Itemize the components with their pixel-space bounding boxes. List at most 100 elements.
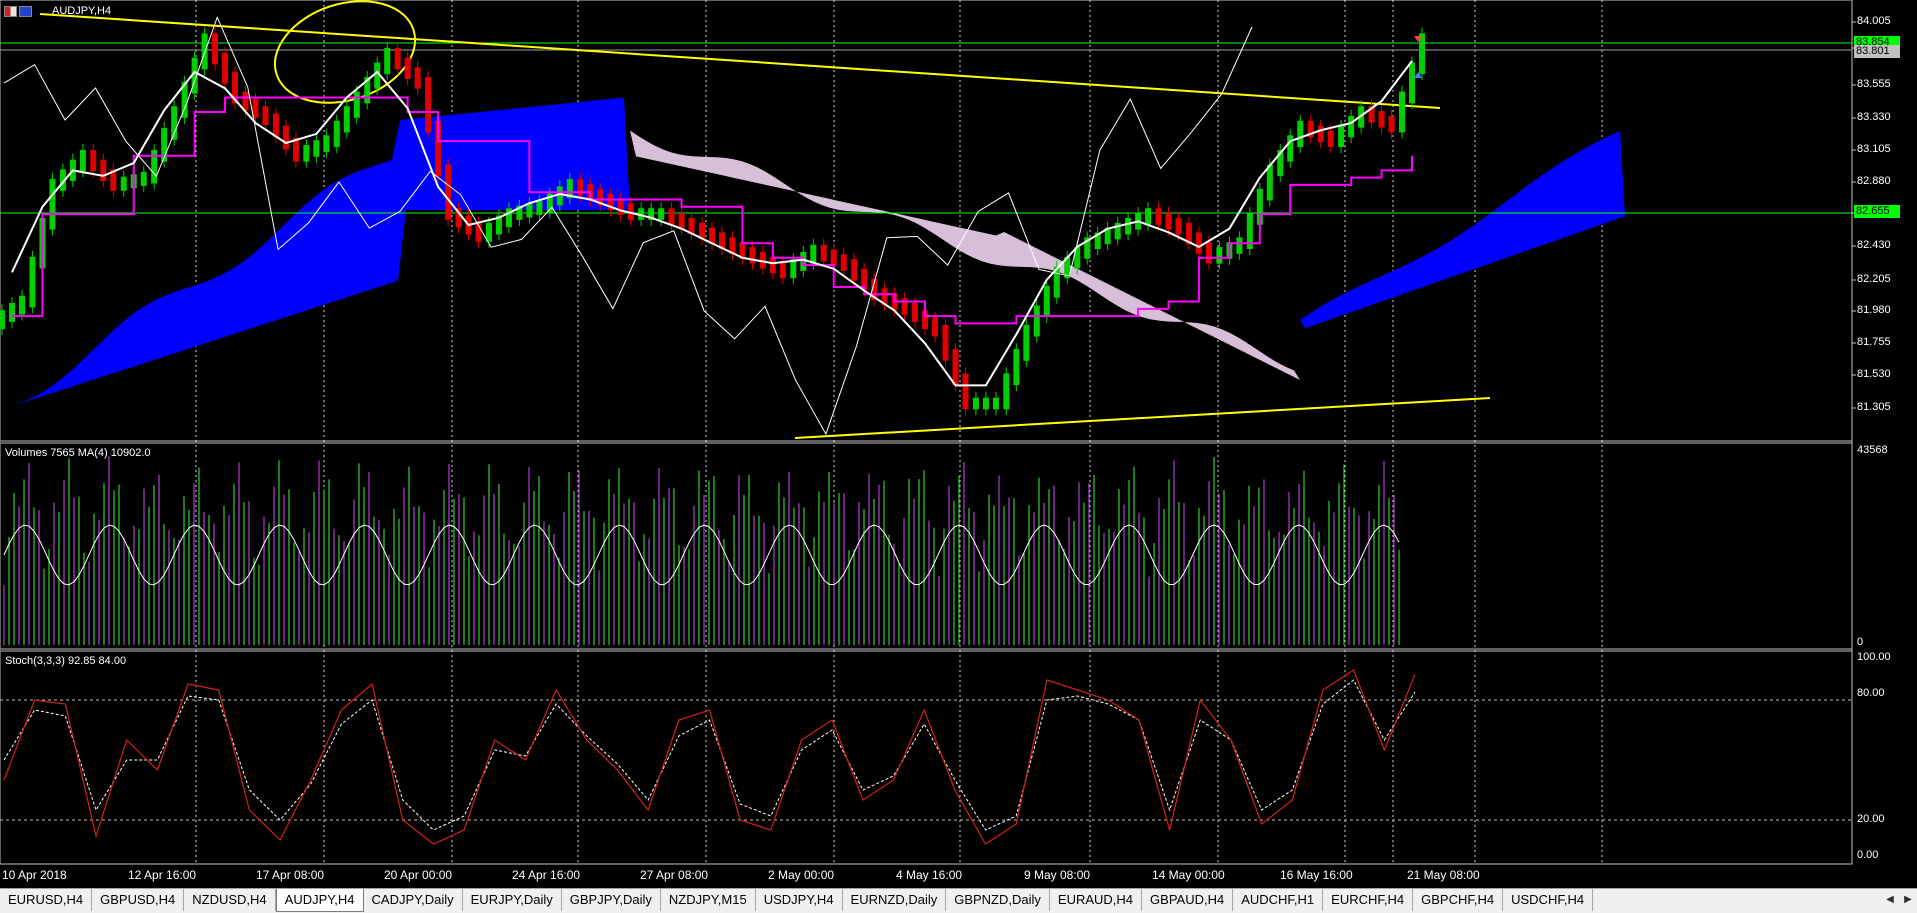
candle-body [1388, 115, 1395, 133]
candle-body [952, 349, 959, 386]
time-axis-label: 21 May 08:00 [1407, 868, 1480, 882]
candle-body [1419, 33, 1425, 75]
candle-body [1399, 91, 1405, 133]
candle-body [9, 302, 15, 322]
candle-body [212, 33, 219, 65]
trendline-support [794, 397, 1491, 439]
candle-body [932, 317, 939, 337]
candle-body [1003, 373, 1010, 410]
candle-body [384, 47, 391, 75]
candle-body [404, 57, 411, 79]
candle-body [272, 113, 279, 138]
chart-tab[interactable]: USDCHF,H4 [1503, 889, 1594, 911]
stoch-signal-line [3, 679, 1416, 831]
time-axis-label: 14 May 00:00 [1152, 868, 1225, 882]
chart-tab[interactable]: EURAUD,H4 [1050, 889, 1143, 911]
candle-body [982, 397, 989, 410]
time-axis-label: 12 Apr 16:00 [128, 868, 197, 882]
candle-body [394, 47, 401, 70]
chart-tab[interactable]: USDJPY,H4 [756, 889, 843, 911]
candle-body [1013, 349, 1020, 386]
candle-body [779, 261, 786, 279]
chikou-line [3, 15, 1253, 436]
candle-body [1043, 285, 1050, 318]
chart-window[interactable]: AUDJPY,H4 Volumes 7565 MA(4) 10902.0 Sto… [0, 0, 1917, 888]
chart-tab[interactable]: NZDUSD,H4 [184, 889, 276, 911]
candle-body [830, 249, 837, 267]
candle-body [19, 295, 25, 315]
candle-body [313, 140, 320, 157]
stoch-axis-label: 20.00 [1857, 813, 1885, 825]
candle-body [140, 171, 147, 186]
price-axis-label: 83.555 [1857, 78, 1891, 90]
candle-body [1317, 125, 1324, 143]
candle-body [769, 256, 776, 274]
candle-body [29, 256, 36, 308]
tab-scroll-buttons: ◀ ▶ [1881, 889, 1917, 911]
time-axis-label: 27 Apr 08:00 [640, 868, 709, 882]
candle-body [912, 302, 919, 322]
candle-body [556, 186, 563, 206]
time-axis-label: 2 May 00:00 [768, 868, 835, 882]
candle-body [79, 149, 86, 172]
candle-body [262, 106, 269, 126]
candle-body [1195, 232, 1202, 254]
candle-body [1348, 115, 1355, 138]
chart-tab[interactable]: AUDCHF,H1 [1233, 889, 1324, 911]
candle-body [90, 149, 97, 172]
price-axis-label: 81.980 [1857, 304, 1891, 316]
candle-body [1378, 111, 1385, 128]
chart-tab[interactable]: EURUSD,H4 [0, 889, 93, 911]
chart-tab[interactable]: GBPUSD,H4 [92, 889, 185, 911]
time-axis-label: 4 May 16:00 [896, 868, 963, 882]
triangle-left-icon[interactable]: ◀ [1881, 889, 1899, 911]
price-chart-canvas[interactable] [0, 0, 1917, 888]
candle-body [445, 164, 452, 220]
candle-body [1266, 164, 1273, 201]
candle-body [526, 203, 533, 218]
candle-body [100, 159, 107, 182]
candle-body [1175, 217, 1182, 235]
stoch-pane-border [0, 650, 1853, 865]
volume-ma-line [3, 524, 1400, 586]
candle-body [1338, 125, 1345, 148]
candle-body [536, 200, 543, 216]
price-axis-label: 83.105 [1857, 143, 1891, 155]
chart-tab[interactable]: EURJPY,Daily [463, 889, 562, 911]
chart-tab[interactable]: GBPAUD,H4 [1142, 889, 1234, 911]
chart-tab[interactable]: AUDJPY,H4 [275, 889, 364, 912]
flag-icon [4, 5, 17, 17]
candle-body [790, 259, 797, 279]
chart-tab[interactable]: EURCHF,H4 [1323, 889, 1414, 911]
candle-body [1155, 208, 1162, 225]
volume-indicator-label: Volumes 7565 MA(4) 10902.0 [5, 447, 151, 459]
candle-body [749, 247, 756, 264]
chart-title: AUDJPY,H4 [52, 5, 112, 17]
chart-tab[interactable]: EURNZD,Daily [843, 889, 947, 911]
chart-title-bar: AUDJPY,H4 [4, 4, 111, 18]
bid-price-tag: 83.801 [1854, 45, 1900, 58]
candle-body [222, 52, 229, 84]
volume-axis-max: 43568 [1857, 444, 1888, 456]
candle-body [658, 208, 665, 220]
triangle-right-icon[interactable]: ▶ [1899, 889, 1917, 911]
chart-tab[interactable]: GBPCHF,H4 [1413, 889, 1504, 911]
chart-tab[interactable]: GBPJPY,Daily [562, 889, 661, 911]
candle-body [1125, 217, 1132, 235]
candle-body [49, 179, 56, 230]
price-axis-label: 81.530 [1857, 368, 1891, 380]
chart-tab[interactable]: NZDJPY,M15 [661, 889, 756, 911]
candle-body [1145, 208, 1152, 225]
candle-body [962, 373, 969, 410]
candle-body [303, 145, 310, 162]
candle-body [1409, 62, 1415, 104]
candle-body [282, 125, 289, 150]
chart-tab[interactable]: CADJPY,Daily [364, 889, 463, 911]
chart-tab[interactable]: GBPNZD,Daily [946, 889, 1050, 911]
time-axis-label: 17 Apr 08:00 [256, 868, 325, 882]
price-axis-label: 82.880 [1857, 175, 1891, 187]
candle-body [120, 176, 127, 191]
candle-body [333, 120, 340, 148]
price-axis-label: 83.330 [1857, 111, 1891, 123]
ichimoku-cloud-bullish [630, 130, 1300, 380]
